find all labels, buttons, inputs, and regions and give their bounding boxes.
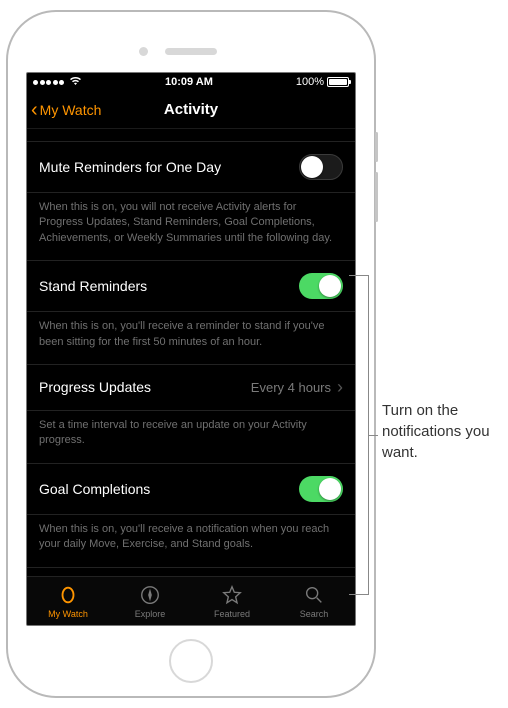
mute-reminders-footer: When this is on, you will not receive Ac… xyxy=(27,193,355,260)
chevron-right-icon: › xyxy=(337,377,343,398)
battery-icon xyxy=(327,77,349,87)
tab-featured[interactable]: Featured xyxy=(191,577,273,625)
tab-search-label: Search xyxy=(300,609,329,619)
stand-reminders-row[interactable]: Stand Reminders xyxy=(27,261,355,312)
stand-reminders-footer: When this is on, you'll receive a remind… xyxy=(27,312,355,364)
compass-icon xyxy=(139,584,161,606)
tab-search[interactable]: Search xyxy=(273,577,355,625)
battery-percentage: 100% xyxy=(296,76,324,88)
goal-completions-toggle[interactable] xyxy=(299,476,343,502)
progress-updates-footer: Set a time interval to receive an update… xyxy=(27,411,355,463)
tab-explore[interactable]: Explore xyxy=(109,577,191,625)
stand-reminders-toggle[interactable] xyxy=(299,273,343,299)
back-label: My Watch xyxy=(40,102,102,118)
stand-reminders-label: Stand Reminders xyxy=(39,278,147,294)
annotation-bracket xyxy=(349,275,369,595)
star-icon xyxy=(221,584,243,606)
mute-reminders-toggle[interactable] xyxy=(299,154,343,180)
goal-completions-row[interactable]: Goal Completions xyxy=(27,464,355,515)
watch-icon xyxy=(57,584,79,606)
progress-updates-label: Progress Updates xyxy=(39,379,151,395)
navigation-bar: ‹ My Watch Activity xyxy=(27,91,355,129)
tab-my-watch-label: My Watch xyxy=(48,609,88,619)
annotation-text: Turn on the notifications you want. xyxy=(382,400,492,463)
home-button[interactable] xyxy=(169,639,213,683)
status-bar: 10:09 AM 100% xyxy=(27,73,355,91)
chevron-left-icon: ‹ xyxy=(31,100,38,120)
iphone-frame: 10:09 AM 100% ‹ My Watch Activity Mute R… xyxy=(6,10,376,698)
progress-updates-row[interactable]: Progress Updates Every 4 hours › xyxy=(27,365,355,411)
signal-dots-icon xyxy=(33,80,64,85)
progress-updates-value: Every 4 hours xyxy=(251,380,331,395)
goal-completions-label: Goal Completions xyxy=(39,481,150,497)
wifi-icon xyxy=(69,76,82,89)
tab-my-watch[interactable]: My Watch xyxy=(27,577,109,625)
mute-reminders-label: Mute Reminders for One Day xyxy=(39,159,221,175)
goal-completions-footer: When this is on, you'll receive a notifi… xyxy=(27,515,355,567)
tab-bar: My Watch Explore Featured Search xyxy=(27,576,355,625)
tab-explore-label: Explore xyxy=(135,609,166,619)
back-button[interactable]: ‹ My Watch xyxy=(27,100,101,120)
achievements-row[interactable]: Achievements xyxy=(27,568,355,576)
status-time: 10:09 AM xyxy=(165,76,213,88)
screen: 10:09 AM 100% ‹ My Watch Activity Mute R… xyxy=(26,72,356,626)
settings-content: Mute Reminders for One Day When this is … xyxy=(27,129,355,576)
search-icon xyxy=(303,584,325,606)
page-title: Activity xyxy=(164,101,218,118)
mute-reminders-row[interactable]: Mute Reminders for One Day xyxy=(27,142,355,193)
tab-featured-label: Featured xyxy=(214,609,250,619)
